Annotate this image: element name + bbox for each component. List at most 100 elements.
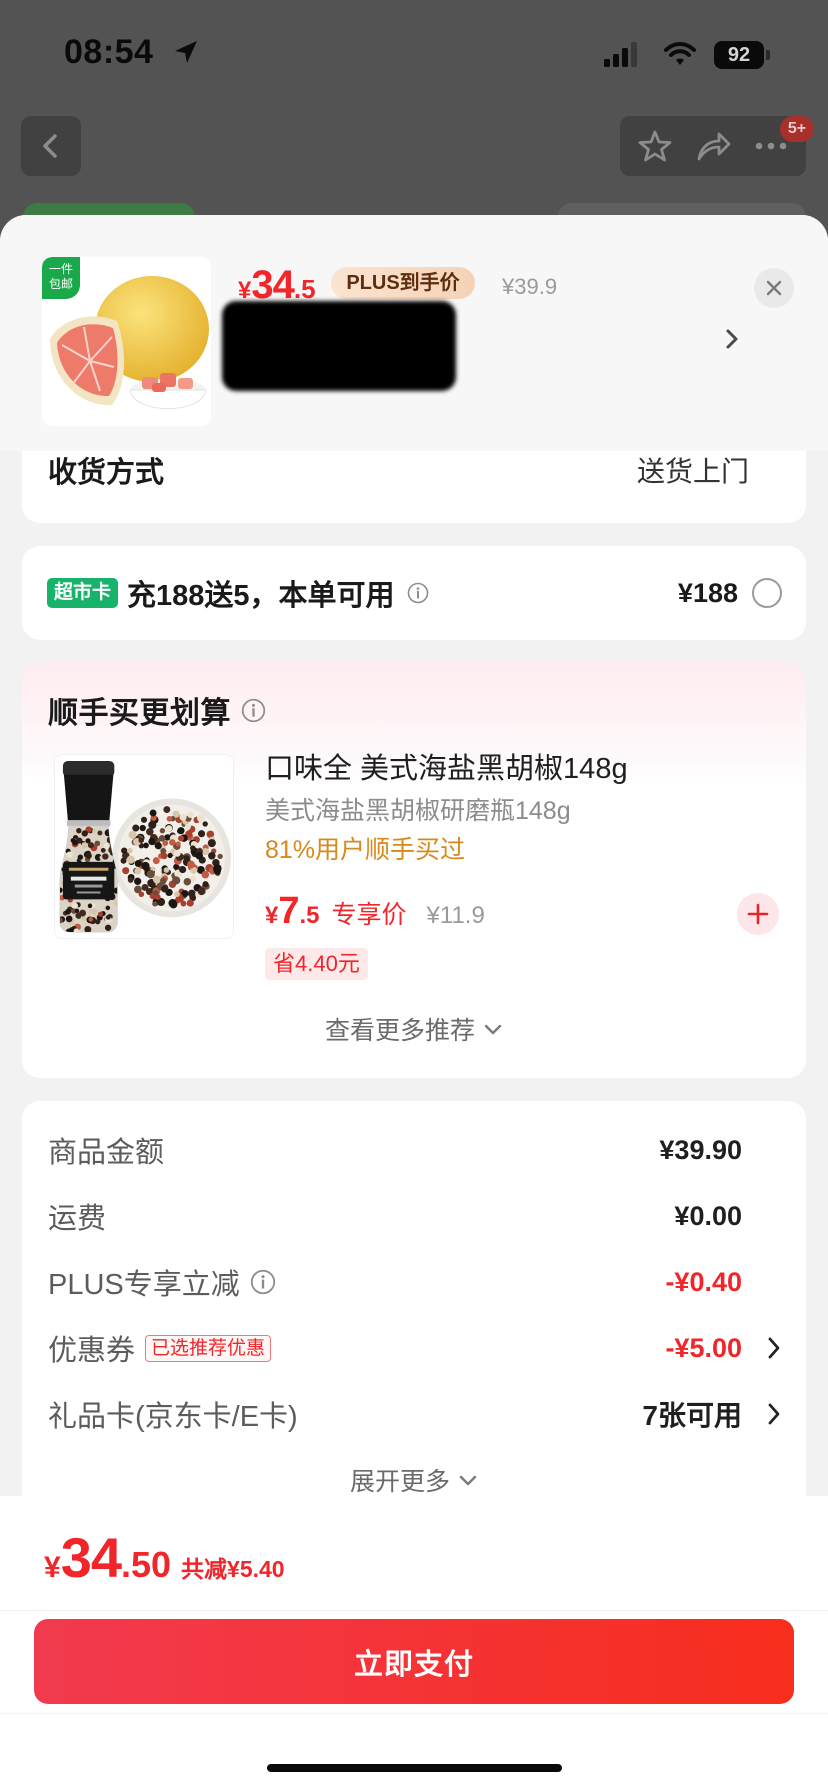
cellular-signal-icon xyxy=(604,42,637,67)
pay-now-button[interactable]: 立即支付 xyxy=(34,1619,794,1704)
add-on-price-decimal: .5 xyxy=(299,902,320,929)
peppercorn xyxy=(173,863,180,870)
total-integer: 34 xyxy=(60,1526,122,1589)
checkout-footer: ¥ 34 .50 共减¥5.40 立即支付 xyxy=(0,1496,828,1792)
peppercorn xyxy=(102,853,109,860)
add-on-price-integer: 7 xyxy=(278,890,300,932)
share-icon xyxy=(697,132,731,161)
price-integer: 34 xyxy=(251,263,294,307)
summary-chevron-slot xyxy=(742,1135,782,1165)
chevron-left-icon xyxy=(43,134,57,158)
status-time: 08:54 xyxy=(64,33,154,71)
summary-label-group: 优惠券 已选推荐优惠 xyxy=(48,1327,272,1369)
store-card-offer[interactable]: 超市卡 充188送5，本单可用 ¥188 xyxy=(22,546,806,640)
plus-icon xyxy=(747,903,769,925)
close-button[interactable] xyxy=(754,268,794,308)
peppercorn xyxy=(201,847,210,856)
peppercorn xyxy=(161,885,169,893)
footer-divider xyxy=(0,1713,828,1714)
add-on-card: 顺手买更划算 口味全 美式海盐黑胡椒148g 美式海盐黑胡椒研磨瓶148g 81… xyxy=(22,662,806,1078)
free-shipping-badge-line: 包邮 xyxy=(48,277,73,291)
add-on-product-name[interactable]: 口味全 美式海盐黑胡椒148g xyxy=(265,750,628,788)
summary-value: ¥39.90 xyxy=(659,1134,742,1165)
peppercorn xyxy=(190,845,196,851)
home-indicator[interactable] xyxy=(267,1764,562,1772)
peppercorn xyxy=(167,852,173,859)
info-icon[interactable] xyxy=(250,1269,276,1295)
product-image[interactable]: 一件 包邮 xyxy=(42,257,211,426)
summary-row-plus-discount: PLUS专享立减 -¥0.40 xyxy=(22,1249,806,1315)
peppercorn xyxy=(187,860,195,869)
pepper-grinder-bottle xyxy=(59,760,118,933)
peppercorn xyxy=(81,842,88,849)
chevron-right-icon[interactable] xyxy=(766,1401,782,1427)
peppercorn xyxy=(126,855,135,864)
peppercorn xyxy=(166,815,173,822)
close-icon xyxy=(766,280,782,296)
summary-value: -¥0.40 xyxy=(665,1266,742,1297)
peppercorn xyxy=(197,814,205,823)
summary-row-coupon[interactable]: 优惠券 已选推荐优惠 -¥5.00 xyxy=(22,1315,806,1381)
peppercorn xyxy=(207,839,216,848)
redacted-product-title xyxy=(222,301,456,391)
delivery-label: 收货方式 xyxy=(48,457,165,489)
message-count-badge: 5+ xyxy=(780,116,814,142)
peppercorn xyxy=(187,811,194,818)
info-icon[interactable] xyxy=(407,582,429,604)
summary-row-shipping: 运费 ¥0.00 xyxy=(22,1183,806,1249)
wifi-icon xyxy=(664,42,696,65)
peppercorn xyxy=(202,881,209,888)
peppercorn xyxy=(141,861,150,871)
peppercorn xyxy=(154,842,162,850)
peppercorn xyxy=(148,820,157,829)
peppercorn xyxy=(85,852,92,859)
favorite-button[interactable] xyxy=(630,121,680,171)
coupon-selected-tag: 已选推荐优惠 xyxy=(145,1334,272,1362)
peppercorn xyxy=(197,830,206,838)
summary-value: ¥0.00 xyxy=(674,1200,742,1231)
peppercorn xyxy=(202,821,208,827)
chevron-right-icon[interactable] xyxy=(766,1335,782,1361)
peppercorn xyxy=(213,864,222,873)
peppercorn xyxy=(97,911,104,917)
peppercorn xyxy=(76,828,82,834)
store-card-radio[interactable] xyxy=(752,578,782,608)
total-currency: ¥ xyxy=(44,1551,61,1584)
peppercorn xyxy=(148,837,156,846)
share-button[interactable] xyxy=(688,121,738,171)
battery-nub xyxy=(766,50,770,60)
peppercorn xyxy=(138,891,145,898)
add-on-price-currency: ¥ xyxy=(265,902,279,929)
more-recommendations-link[interactable]: 查看更多推荐 xyxy=(22,1010,806,1048)
peppercorn xyxy=(128,830,137,839)
add-to-order-button[interactable] xyxy=(737,893,779,935)
peppercorn xyxy=(174,891,180,898)
star-icon xyxy=(638,130,672,162)
product-header: 一件 包邮 ¥ 34 .5 PLUS到手价 ¥39.9 xyxy=(0,215,828,451)
peppercorn xyxy=(169,839,176,846)
store-card-offer-text: 充188送5，本单可用 xyxy=(127,580,395,612)
add-on-product-image[interactable] xyxy=(54,754,234,939)
peppercorn xyxy=(103,842,110,850)
peppercorn xyxy=(87,903,93,909)
add-on-title-row: 顺手买更划算 xyxy=(48,682,266,738)
summary-label: PLUS专享立减 xyxy=(48,1269,240,1301)
peppercorn xyxy=(105,914,111,920)
back-button[interactable] xyxy=(21,116,81,176)
more-recommendations-label: 查看更多推荐 xyxy=(324,1017,475,1045)
info-icon[interactable] xyxy=(241,698,266,723)
location-arrow-icon xyxy=(175,41,197,63)
pepper-grinder-photo xyxy=(55,755,233,938)
peppercorn xyxy=(172,876,181,885)
peppercorn xyxy=(217,853,223,860)
chevron-down-icon xyxy=(459,1475,477,1486)
peppercorn xyxy=(139,824,146,832)
chevron-right-icon[interactable] xyxy=(721,324,743,354)
summary-chevron-slot xyxy=(742,1267,782,1297)
summary-row-gift-card[interactable]: 礼品卡(京东卡/E卡) 7张可用 xyxy=(22,1381,806,1447)
peppercorn xyxy=(162,840,169,846)
peppercorn xyxy=(65,915,73,923)
footer-divider xyxy=(0,1610,828,1611)
peppercorn xyxy=(120,857,127,864)
store-card-amount: ¥188 xyxy=(677,577,738,608)
